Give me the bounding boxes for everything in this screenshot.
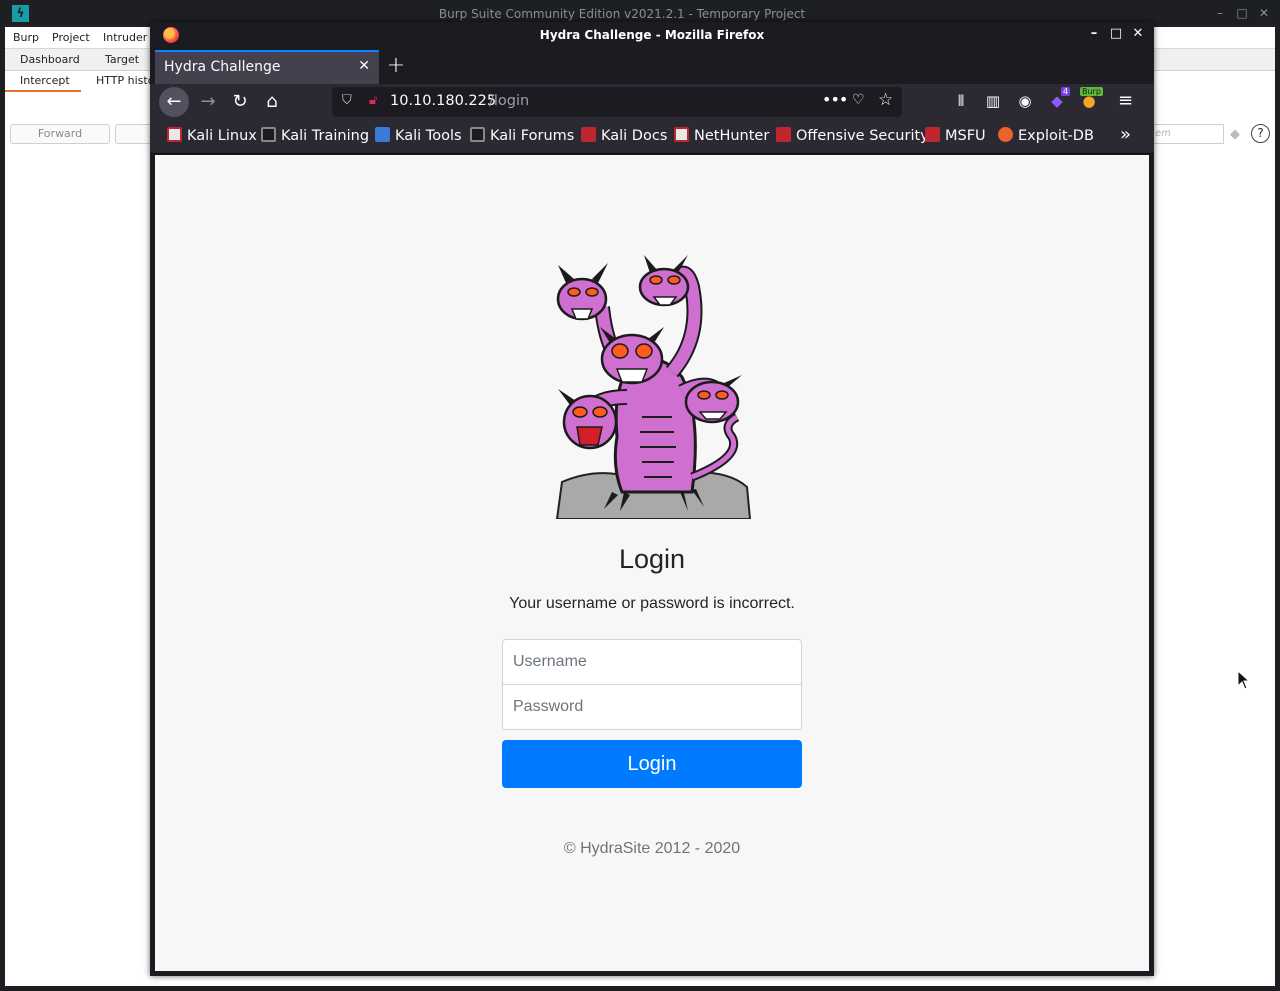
reload-icon[interactable]: ↻ xyxy=(225,87,255,117)
bookmark-exploit-db[interactable]: Exploit-DB xyxy=(998,127,1094,144)
bookmark-kali-docs[interactable]: Kali Docs xyxy=(581,127,667,144)
bookmark-star-icon[interactable]: ☆ xyxy=(878,90,893,110)
bookmark-kali-forums[interactable]: Kali Forums xyxy=(470,127,574,144)
url-path: /login xyxy=(489,93,530,109)
minimize-icon[interactable]: – xyxy=(1087,26,1101,41)
exploit-db-icon xyxy=(998,127,1013,142)
window-border xyxy=(1275,27,1280,991)
account-icon[interactable]: ◉ xyxy=(1014,92,1036,110)
tab-title: Hydra Challenge xyxy=(164,59,281,75)
tracking-shield-icon[interactable]: ⛉ xyxy=(342,93,352,108)
hydra-logo-image xyxy=(555,255,752,519)
url-host: 10.10.180.225 xyxy=(390,93,497,109)
kali-training-icon xyxy=(261,127,276,142)
bookmarks-overflow-icon[interactable]: » xyxy=(1120,124,1131,145)
forward-arrow-icon[interactable]: → xyxy=(193,87,223,117)
tab-dashboard[interactable]: Dashboard xyxy=(20,53,80,66)
mouse-cursor-icon xyxy=(1237,670,1251,690)
url-bar[interactable]: ⛉ 🔓︎ 10.10.180.225 /login ••• ♡ ☆ xyxy=(332,87,902,117)
active-tab-indicator xyxy=(5,90,81,92)
library-icon[interactable]: ⫴ xyxy=(950,92,972,110)
kali-tools-icon xyxy=(375,127,390,142)
offsec-icon xyxy=(776,127,791,142)
firefox-window-title: Hydra Challenge - Mozilla Firefox xyxy=(539,28,765,42)
bookmark-nethunter[interactable]: NetHunter xyxy=(674,127,769,144)
browser-tab[interactable]: Hydra Challenge ✕ xyxy=(155,50,379,84)
forward-button[interactable]: Forward xyxy=(10,124,110,144)
drop-button[interactable] xyxy=(115,124,155,144)
password-input[interactable] xyxy=(502,684,802,730)
tab-target[interactable]: Target xyxy=(105,53,139,66)
diamond-icon[interactable]: ◆ xyxy=(1230,127,1240,142)
help-icon[interactable]: ? xyxy=(1251,124,1270,143)
msfu-icon xyxy=(925,127,940,142)
footer-copyright: © HydraSite 2012 - 2020 xyxy=(563,840,741,857)
insecure-lock-icon[interactable]: 🔓︎ xyxy=(369,93,377,108)
bookmark-kali-tools[interactable]: Kali Tools xyxy=(375,127,462,144)
new-tab-icon[interactable]: + xyxy=(386,53,406,78)
hamburger-menu-icon[interactable]: ≡ xyxy=(1118,90,1133,111)
kali-docs-icon xyxy=(581,127,596,142)
bookmark-kali-linux[interactable]: Kali Linux xyxy=(167,127,257,144)
bookmark-kali-training[interactable]: Kali Training xyxy=(261,127,369,144)
login-button[interactable]: Login xyxy=(502,740,802,788)
bookmark-offensive-security[interactable]: Offensive Security xyxy=(776,127,929,144)
bookmarks-toolbar: Kali Linux Kali Training Kali Tools Kali… xyxy=(150,120,1154,154)
menu-burp[interactable]: Burp xyxy=(13,31,39,44)
menu-project[interactable]: Project xyxy=(52,31,90,44)
firefox-titlebar: Hydra Challenge - Mozilla Firefox – □ ✕ xyxy=(150,22,1154,48)
back-arrow-icon[interactable]: ← xyxy=(159,87,189,117)
pocket-icon[interactable]: ♡ xyxy=(852,92,865,108)
login-heading: Login xyxy=(618,544,686,574)
bookmark-msfu[interactable]: MSFU xyxy=(925,127,986,144)
burp-proxy-badge: Burp xyxy=(1080,87,1103,96)
tab-intercept[interactable]: Intercept xyxy=(20,74,70,87)
home-icon[interactable]: ⌂ xyxy=(257,87,287,117)
tab-close-icon[interactable]: ✕ xyxy=(358,58,370,74)
maximize-icon[interactable]: □ xyxy=(1109,26,1123,41)
burp-search-input[interactable]: em xyxy=(1150,124,1224,144)
nethunter-icon xyxy=(674,127,689,142)
tab-strip: Hydra Challenge ✕ + xyxy=(150,48,1154,84)
sidebar-icon[interactable]: ▥ xyxy=(982,92,1004,110)
error-message: Your username or password is incorrect. xyxy=(509,595,795,612)
burp-window-title: Burp Suite Community Edition v2021.2.1 -… xyxy=(438,7,806,21)
window-border xyxy=(0,986,1280,991)
firefox-window: Hydra Challenge - Mozilla Firefox – □ ✕ … xyxy=(150,22,1154,976)
minimize-icon[interactable]: – xyxy=(1213,6,1227,20)
page-actions-icon[interactable]: ••• xyxy=(822,90,848,109)
extension-count-badge: 4 xyxy=(1061,87,1071,96)
kali-dragon-icon xyxy=(167,127,182,142)
maximize-icon[interactable]: □ xyxy=(1235,6,1249,20)
close-icon[interactable]: ✕ xyxy=(1131,26,1145,41)
username-input[interactable] xyxy=(502,639,802,685)
kali-forums-icon xyxy=(470,127,485,142)
page-content: Login Your username or password is incor… xyxy=(155,155,1149,971)
navigation-toolbar: ← → ↻ ⌂ ⛉ 🔓︎ 10.10.180.225 /login ••• ♡ … xyxy=(150,84,1154,120)
tab-http-history[interactable]: HTTP histo xyxy=(96,74,154,87)
menu-intruder[interactable]: Intruder xyxy=(103,31,147,44)
close-icon[interactable]: ✕ xyxy=(1257,6,1271,20)
window-border xyxy=(0,27,5,991)
